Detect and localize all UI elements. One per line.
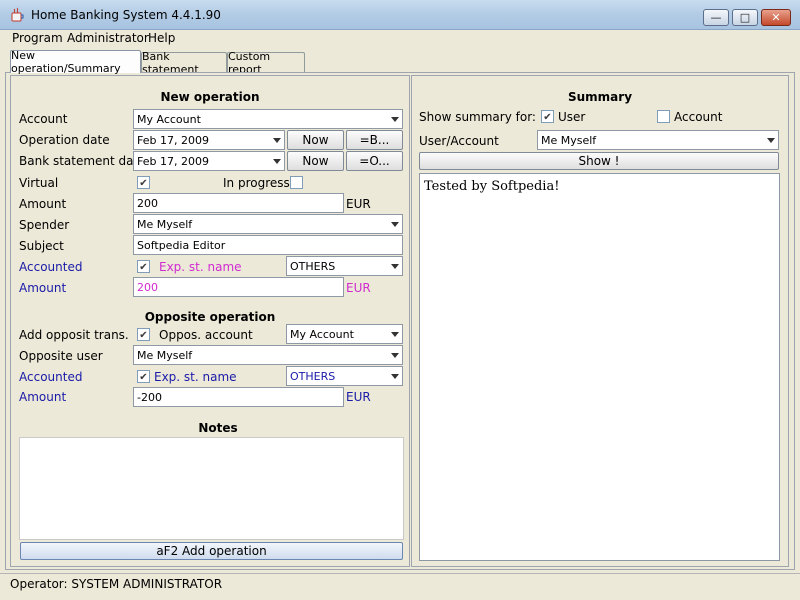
accounted-amount-currency: EUR — [346, 281, 371, 295]
exp-st-name-label: Exp. st. name — [159, 260, 242, 274]
amount-currency: EUR — [346, 197, 371, 211]
new-operation-heading: New operation — [160, 90, 260, 104]
maximize-icon: □ — [739, 11, 751, 24]
opposite-accounted-checkbox[interactable] — [137, 370, 150, 383]
tab-bank-statement[interactable]: Bank statement — [141, 50, 227, 76]
user-account-label: User/Account — [419, 134, 499, 148]
oppos-account-label: Oppos. account — [159, 328, 253, 342]
in-progress-label: In progress — [223, 176, 290, 190]
window-title: Home Banking System 4.4.1.90 — [31, 8, 221, 22]
opposite-amount-currency: EUR — [346, 390, 371, 404]
menu-help[interactable]: Help — [148, 31, 175, 45]
minimize-button[interactable]: — — [703, 9, 729, 26]
opposite-amount-input[interactable]: -200 — [133, 387, 344, 407]
chevron-down-icon — [391, 353, 399, 358]
user-account-value: Me Myself — [541, 133, 597, 147]
bank-statement-date-label: Bank statement date — [19, 154, 146, 168]
amount-label: Amount — [19, 197, 67, 211]
summary-account-label: Account — [674, 110, 723, 124]
opposite-exp-st-name-value: OTHERS — [290, 369, 336, 383]
accounted-checkbox[interactable] — [137, 260, 150, 273]
summary-user-checkbox[interactable] — [541, 110, 554, 123]
oppos-account-value: My Account — [290, 327, 354, 341]
opposite-exp-st-name-select[interactable]: OTHERS — [286, 366, 403, 386]
spender-value: Me Myself — [137, 217, 193, 231]
status-text: Operator: SYSTEM ADMINISTRATOR — [10, 577, 223, 591]
show-summary-button[interactable]: Show ! — [419, 152, 779, 170]
bank-statement-date-eq-o-button[interactable]: =O... — [346, 151, 403, 171]
chevron-down-icon — [391, 117, 399, 122]
summary-output: Tested by Softpedia! — [419, 173, 780, 561]
chevron-down-icon — [391, 222, 399, 227]
java-app-icon — [11, 7, 24, 22]
chevron-down-icon — [273, 159, 281, 164]
opposite-operation-heading: Opposite operation — [144, 310, 276, 324]
tab-new-operation-summary[interactable]: New operation/Summary — [10, 49, 141, 75]
tab-custom-report[interactable]: Custom report — [227, 50, 305, 76]
chevron-down-icon — [391, 264, 399, 269]
notes-heading: Notes — [198, 421, 238, 435]
maximize-button[interactable]: □ — [732, 9, 758, 26]
close-icon: ✕ — [771, 11, 781, 24]
account-select[interactable]: My Account — [133, 109, 403, 129]
operation-date-eq-b-button[interactable]: =B... — [346, 130, 403, 150]
operation-date-now-button[interactable]: Now — [287, 130, 344, 150]
summary-heading: Summary — [567, 90, 633, 104]
close-button[interactable]: ✕ — [761, 9, 791, 26]
accounted-amount-input[interactable]: 200 — [133, 277, 344, 297]
summary-account-checkbox[interactable] — [657, 110, 670, 123]
chevron-down-icon — [767, 138, 775, 143]
notes-textarea[interactable] — [19, 437, 404, 540]
exp-st-name-select[interactable]: OTHERS — [286, 256, 403, 276]
opposite-user-value: Me Myself — [137, 348, 193, 362]
bank-statement-date-value: Feb 17, 2009 — [137, 154, 209, 168]
accounted-label: Accounted — [19, 260, 83, 274]
menu-program[interactable]: Program — [12, 31, 63, 45]
account-value: My Account — [137, 112, 201, 126]
opposite-accounted-label: Accounted — [19, 370, 83, 384]
menu-administrator[interactable]: Administrator — [67, 31, 149, 45]
add-operation-button[interactable]: aF2 Add operation — [20, 542, 403, 560]
summary-text: Tested by Softpedia! — [424, 179, 560, 194]
opposite-exp-st-name-label: Exp. st. name — [154, 370, 237, 384]
spender-label: Spender — [19, 218, 70, 232]
account-label: Account — [19, 112, 68, 126]
virtual-checkbox[interactable] — [137, 176, 150, 189]
virtual-label: Virtual — [19, 176, 59, 190]
bank-statement-date-select[interactable]: Feb 17, 2009 — [133, 151, 285, 171]
menu-bar: Program Administrator Help — [0, 30, 800, 47]
chevron-down-icon — [391, 332, 399, 337]
minimize-icon: — — [710, 11, 722, 24]
spender-select[interactable]: Me Myself — [133, 214, 403, 234]
opposite-user-select[interactable]: Me Myself — [133, 345, 403, 365]
add-opposit-checkbox[interactable] — [137, 328, 150, 341]
chevron-down-icon — [273, 138, 281, 143]
in-progress-checkbox[interactable] — [290, 176, 303, 189]
operation-date-value: Feb 17, 2009 — [137, 133, 209, 147]
status-bar: Operator: SYSTEM ADMINISTRATOR — [0, 573, 800, 600]
accounted-amount-label: Amount — [19, 281, 67, 295]
opposite-user-label: Opposite user — [19, 349, 103, 363]
add-opposit-label: Add opposit trans. — [19, 328, 129, 342]
summary-user-label: User — [558, 110, 586, 124]
oppos-account-select[interactable]: My Account — [286, 324, 403, 344]
chevron-down-icon — [391, 374, 399, 379]
subject-label: Subject — [19, 239, 64, 253]
title-bar: Home Banking System 4.4.1.90 — □ ✕ — [0, 0, 800, 30]
operation-date-label: Operation date — [19, 133, 110, 147]
subject-input[interactable]: Softpedia Editor — [133, 235, 403, 255]
opposite-amount-label: Amount — [19, 390, 67, 404]
user-account-select[interactable]: Me Myself — [537, 130, 779, 150]
amount-input[interactable]: 200 — [133, 193, 344, 213]
operation-date-select[interactable]: Feb 17, 2009 — [133, 130, 285, 150]
exp-st-name-value: OTHERS — [290, 259, 336, 273]
show-summary-for-label: Show summary for: — [419, 110, 536, 124]
bank-statement-date-now-button[interactable]: Now — [287, 151, 344, 171]
